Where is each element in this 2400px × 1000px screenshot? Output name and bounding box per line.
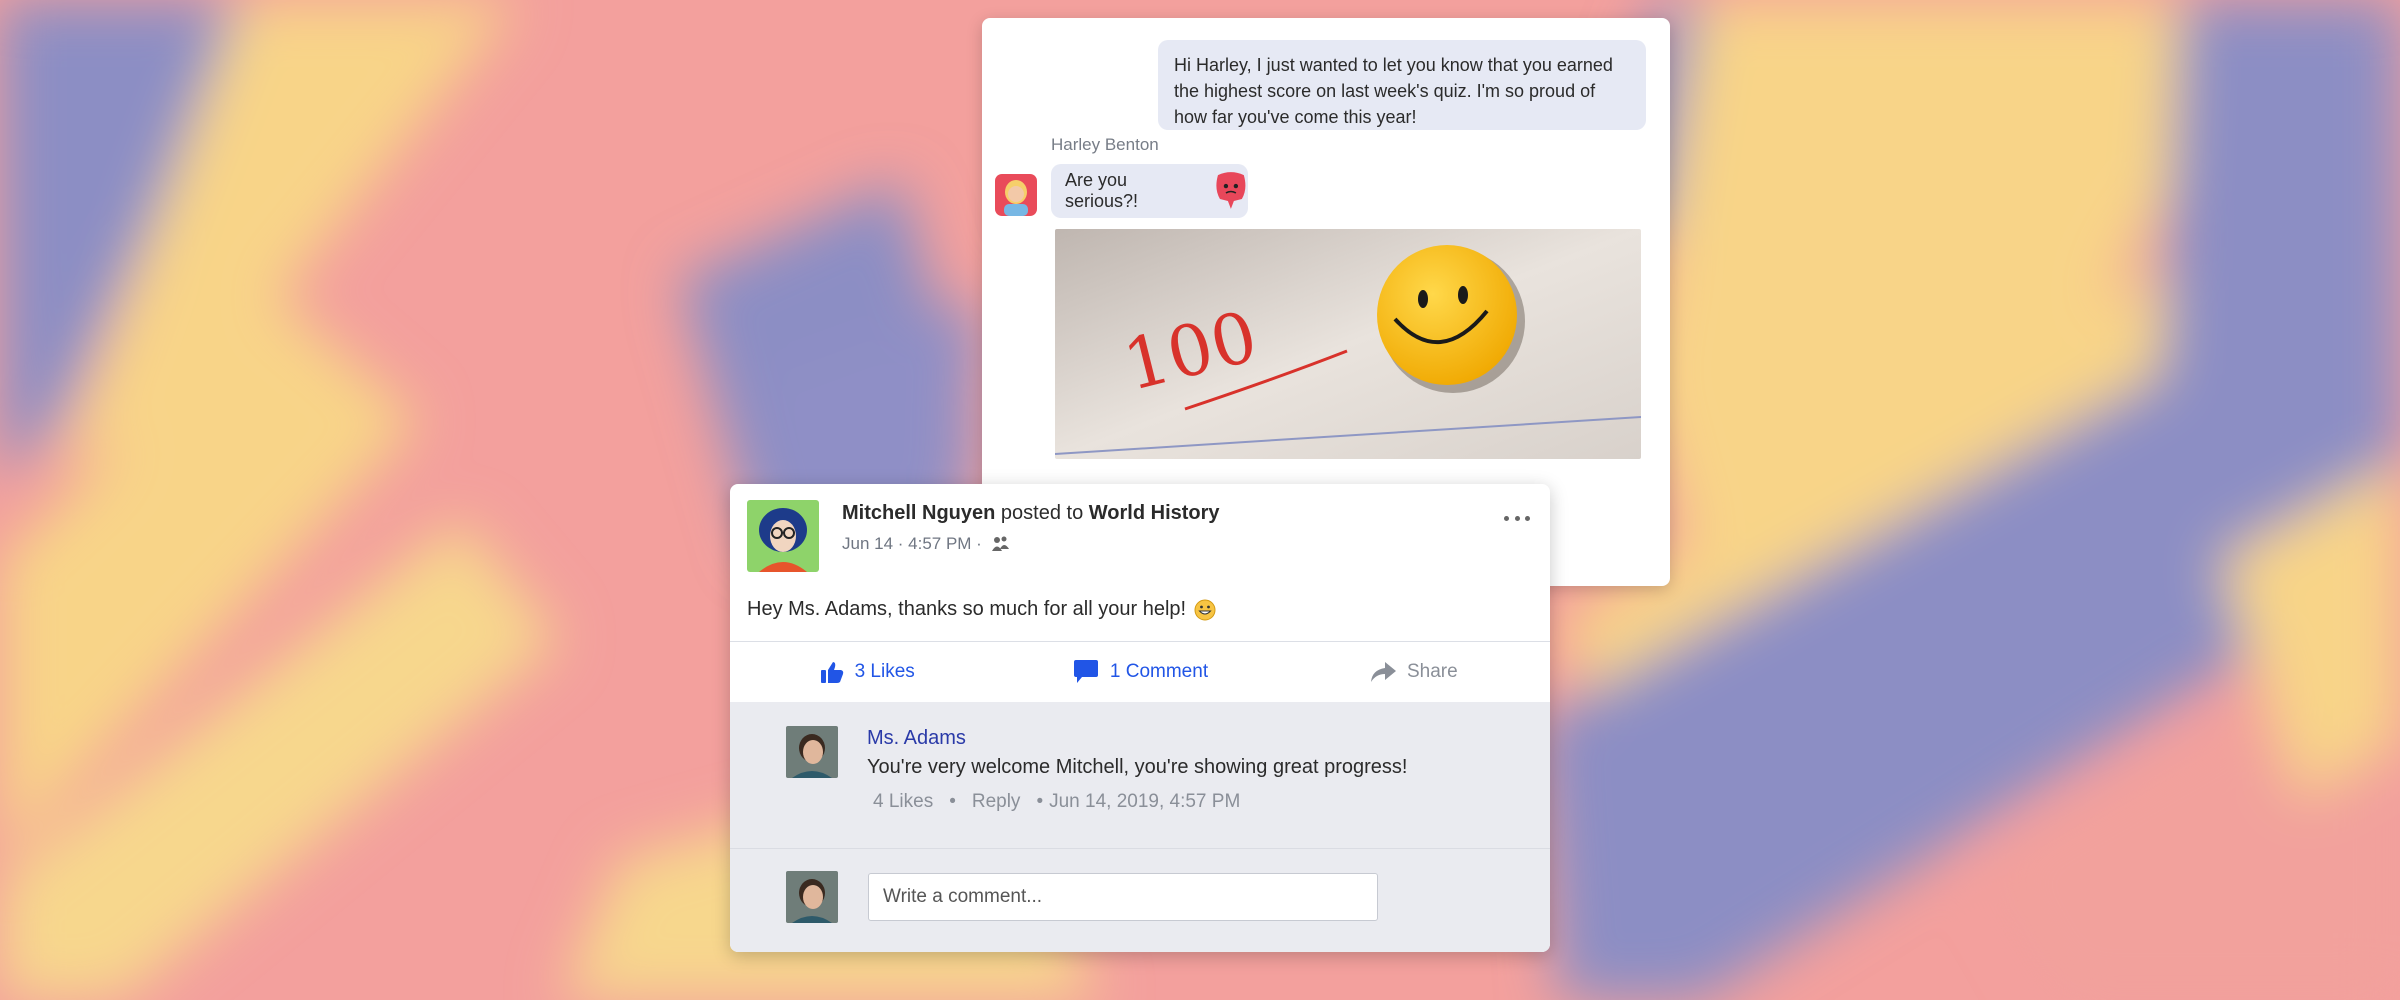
thumbs-up-icon: [820, 662, 843, 683]
comment-meta: 4 Likes • Reply • Jun 14, 2019, 4:57 PM: [873, 791, 1240, 813]
divider: [730, 848, 1550, 849]
more-options-icon[interactable]: [1504, 510, 1530, 526]
likes-count: 3 Likes: [854, 661, 915, 682]
post-card: Mitchell Nguyen posted to World History …: [730, 484, 1550, 952]
post-author[interactable]: Mitchell Nguyen: [842, 502, 995, 524]
sender-name: Harley Benton: [1051, 135, 1159, 154]
avatar[interactable]: [995, 174, 1037, 216]
avatar[interactable]: [747, 500, 819, 572]
like-button[interactable]: 3 Likes: [730, 659, 1003, 685]
comment-date: Jun 14, 2019, 4:57 PM: [1049, 791, 1241, 812]
avatar: [786, 871, 838, 923]
share-label: Share: [1406, 661, 1458, 682]
share-arrow-icon: [1370, 662, 1396, 682]
audience-icon: [991, 536, 1009, 551]
post-text: Hey Ms. Adams, thanks so much for all yo…: [747, 598, 1187, 620]
separator-dot: •: [1036, 791, 1044, 812]
grinning-emoji-icon: [1194, 599, 1216, 620]
outgoing-message: Hi Harley, I just wanted to let you know…: [1158, 40, 1646, 130]
post-actions: 3 Likes 1 Comment Share: [730, 642, 1550, 702]
post-header: Mitchell Nguyen posted to World History: [842, 502, 1220, 525]
post-timestamp: Jun 14 · 4:57 PM ·: [842, 534, 982, 553]
separator-dot: •: [949, 791, 956, 812]
comment-text: You're very welcome Mitchell, you're sho…: [867, 756, 1408, 778]
comments-count: 1 Comment: [1109, 661, 1209, 682]
shared-photo[interactable]: 100: [1055, 229, 1641, 459]
comments-section: Ms. Adams You're very welcome Mitchell, …: [730, 702, 1550, 952]
comment-likes[interactable]: 4 Likes: [873, 791, 933, 813]
post-body: Hey Ms. Adams, thanks so much for all yo…: [747, 598, 1216, 621]
incoming-message-text: Are you serious?!: [1065, 170, 1139, 211]
share-button[interactable]: Share: [1277, 660, 1550, 684]
reply-link[interactable]: Reply: [972, 791, 1021, 813]
comment-author[interactable]: Ms. Adams: [867, 727, 966, 750]
comment-input[interactable]: [868, 873, 1378, 921]
comment-button[interactable]: 1 Comment: [1003, 659, 1276, 685]
post-group[interactable]: World History: [1089, 502, 1220, 524]
avatar[interactable]: [786, 726, 838, 778]
post-meta: Jun 14 · 4:57 PM ·: [842, 534, 1010, 554]
speech-bubble-icon: [1073, 660, 1098, 683]
incoming-message: Are you serious?!: [1051, 164, 1248, 218]
sticker-icon: [1216, 172, 1246, 209]
posted-to-label: posted to: [1000, 502, 1084, 524]
